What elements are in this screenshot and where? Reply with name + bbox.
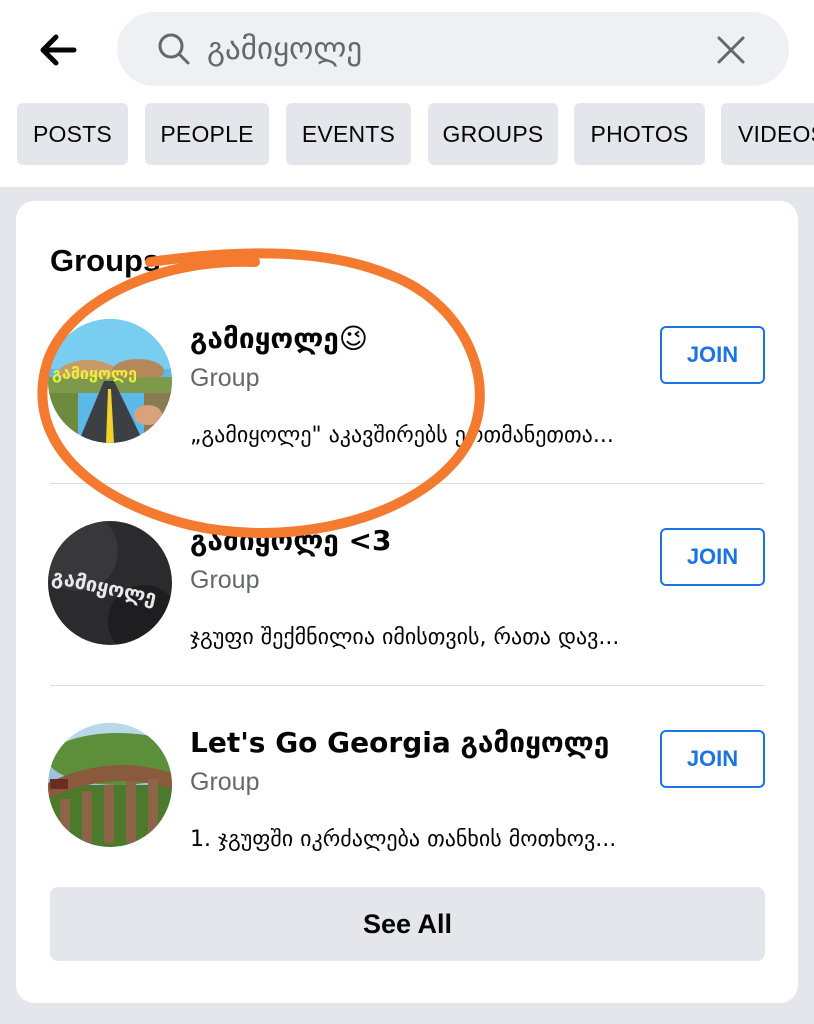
group-name[interactable]: გამიყოლე😉	[190, 322, 368, 355]
group-type: Group	[190, 566, 260, 594]
search-input[interactable]	[207, 24, 687, 74]
group-name[interactable]: Let's Go Georgia გამიყოლე	[190, 726, 609, 759]
join-button[interactable]: JOIN	[660, 730, 765, 788]
filter-people[interactable]: PEOPLE	[145, 103, 269, 165]
group-type: Group	[190, 768, 260, 796]
groups-card: Groups გამიყოლე გამიყოლე😉 Group „გამიყოლ…	[16, 201, 798, 1003]
filter-groups[interactable]: GROUPS	[428, 103, 558, 165]
filter-videos[interactable]: VIDEOS	[721, 103, 814, 165]
join-button[interactable]: JOIN	[660, 326, 765, 384]
svg-text:გამიყოლე: გამიყოლე	[52, 364, 137, 383]
see-all-button[interactable]: See All	[50, 887, 765, 961]
group-name[interactable]: გამიყოლე <3	[190, 524, 392, 557]
group-row[interactable]: გამიყოლე გამიყოლე😉 Group „გამიყოლე" აკავ…	[16, 201, 798, 448]
group-row[interactable]: გამიყოლე გამიყოლე <3 Group ჯგუფი შექმნილ…	[16, 403, 798, 650]
filter-posts[interactable]: POSTS	[17, 103, 128, 165]
filter-bar: POSTS PEOPLE EVENTS GROUPS PHOTOS VIDEOS	[0, 103, 814, 165]
group-description: 1. ჯგუფში იკრძალება თანხის მოთხოვ...	[190, 827, 617, 852]
group-row[interactable]: Let's Go Georgia გამიყოლე Group 1. ჯგუფშ…	[16, 605, 798, 852]
filter-events[interactable]: EVENTS	[286, 103, 411, 165]
close-icon[interactable]	[713, 32, 749, 68]
filter-photos[interactable]: PHOTOS	[574, 103, 705, 165]
group-type: Group	[190, 364, 260, 392]
join-button[interactable]: JOIN	[660, 528, 765, 586]
search-bar[interactable]	[117, 12, 789, 86]
top-bar	[0, 0, 814, 96]
back-arrow-icon[interactable]	[34, 28, 82, 72]
group-avatar[interactable]	[48, 723, 172, 847]
search-icon	[158, 33, 190, 65]
